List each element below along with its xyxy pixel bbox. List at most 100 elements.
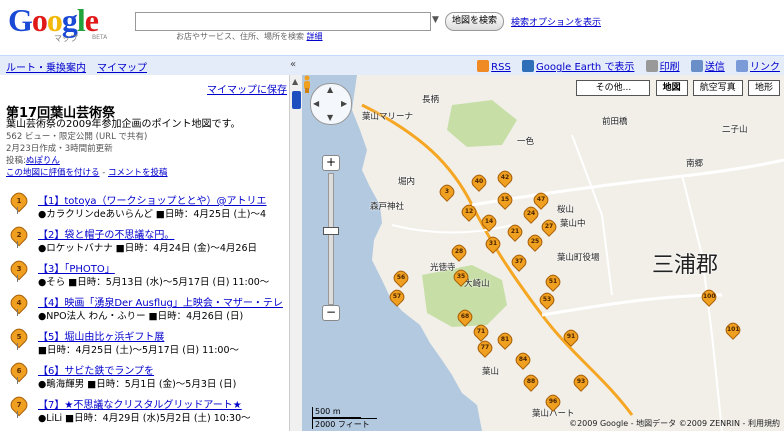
search-history-dropdown-icon[interactable]: ▼ [432, 15, 439, 25]
placemark-pin-icon[interactable]: 4 [7, 291, 31, 315]
item-detail: ●カラクリンdeあいらんど ■日時：4月25日 (土)〜4 [38, 209, 266, 220]
comment-link[interactable]: コメントを投稿 [108, 168, 168, 178]
map-label: 南郷 [686, 159, 704, 169]
map-label: 桜山 [557, 205, 575, 215]
map-label: 二子山 [722, 125, 748, 135]
item-detail: ●そら ■日時：5月13日 (水)〜5月17日 (日) 11:00〜 [38, 277, 270, 288]
pin-number: 6 [16, 367, 22, 375]
printer-icon [645, 60, 658, 72]
rate-link[interactable]: この地図に評価を付ける [6, 168, 100, 178]
search-box [135, 12, 431, 31]
search-button[interactable]: 地図を検索 [445, 12, 505, 31]
tab-route[interactable]: ルート・乗換案内 [6, 59, 86, 74]
pan-down-icon[interactable]: ▼ [327, 113, 333, 122]
map-label: 長柄 [422, 95, 440, 105]
save-to-mymaps-link[interactable]: マイマップに保存 [207, 81, 287, 96]
tab-mymaps[interactable]: マイマップ [97, 59, 147, 74]
list-item[interactable]: 6 【6】サビた鉄でランプを ●鴫海輝男 ■日時：5月1日 (金)〜5月3日 (… [0, 359, 289, 394]
map-tools: RSS Google Earth で表示 印刷 送信 リンク [469, 58, 780, 73]
print-link[interactable]: 印刷 [660, 62, 680, 73]
map-type-terrain[interactable]: 地形 [747, 80, 780, 96]
zoom-in-button[interactable]: + [322, 155, 340, 171]
pan-up-icon[interactable]: ▲ [327, 85, 333, 94]
street-view-pegman-icon[interactable] [302, 75, 312, 93]
google-maps-logo[interactable]: Google マップ BETA [8, 4, 126, 44]
pin-number: 5 [16, 333, 22, 341]
list-item[interactable]: 2 【2】袋と帽子の不思議な円。 ●ロケットバナナ ■日時：4月24日 (金)〜… [0, 223, 289, 258]
scroll-thumb[interactable] [292, 91, 301, 109]
placemark-pin-icon[interactable]: 7 [7, 393, 31, 417]
map-label: 葉山町役場 [557, 253, 600, 263]
map-label: 前田橋 [602, 117, 628, 127]
placemark-list: 1 【1】totoya（ワークショップととや）@アトリエ ●カラクリンdeあいら… [0, 189, 289, 428]
chain-link-icon [736, 60, 748, 72]
earth-link[interactable]: Google Earth で表示 [536, 62, 634, 73]
map-label: 光徳寺 [430, 263, 456, 273]
map-type-other[interactable]: その他... [576, 80, 651, 96]
map-type-aerial[interactable]: 航空写真 [692, 80, 743, 96]
pan-left-icon[interactable]: ◀ [313, 99, 319, 108]
item-title-link[interactable]: 【6】サビた鉄でランプを [38, 362, 154, 377]
pan-right-icon[interactable]: ▶ [341, 99, 347, 108]
zoom-slider-knob[interactable] [323, 227, 339, 235]
zoom-slider-rail[interactable] [328, 173, 334, 305]
pin-stem [17, 309, 18, 316]
item-title-link[interactable]: 【1】totoya（ワークショップととや）@アトリエ [38, 192, 267, 207]
scroll-up-icon[interactable]: ▲ [292, 77, 298, 86]
rss-tool[interactable]: RSS [477, 60, 511, 73]
top-bar: ルート・乗換案内 マイマップ « RSS Google Earth で表示 印刷… [0, 55, 784, 75]
item-detail: ●鴫海輝男 ■日時：5月1日 (金)〜5月3日 (日) [38, 379, 237, 390]
map-stats: 562 ビュー・限定公開 (URL で共有) [6, 132, 148, 142]
rss-icon [477, 60, 490, 72]
sidebar-scrollbar[interactable]: ▲ [289, 75, 303, 431]
map-actions: この地図に評価を付ける - コメントを投稿 [6, 167, 240, 179]
list-item[interactable]: 4 【4】映画「湧泉Der Ausflug」上映会・マザー・テレ ●NPO法人 … [0, 291, 289, 326]
placemark-pin-icon[interactable]: 5 [7, 325, 31, 349]
list-item[interactable]: 7 【7】★不思議なクリスタルグリッドアート★ ●LiLi ■日時：4月29日 … [0, 393, 289, 428]
search-hint-detail-link[interactable]: 詳細 [307, 32, 323, 41]
rss-link[interactable]: RSS [491, 62, 511, 73]
logo-sub: マップ [54, 34, 78, 43]
placemark-pin-icon[interactable]: 6 [7, 359, 31, 383]
search-input[interactable] [136, 13, 430, 30]
item-title-link[interactable]: 【5】堀山由比ヶ浜ギフト展 [38, 328, 164, 343]
collapse-sidebar-icon[interactable]: « [290, 59, 296, 70]
author-link[interactable]: ぬぽりん [26, 156, 60, 166]
item-title-link[interactable]: 【3】「PHOTO」 [38, 260, 115, 275]
list-item[interactable]: 3 【3】「PHOTO」 ●そら ■日時：5月13日 (水)〜5月17日 (日)… [0, 257, 289, 292]
placemark-pin-icon[interactable]: 3 [7, 257, 31, 281]
link-link[interactable]: リンク [750, 62, 780, 73]
search-hint: お店やサービス、住所、場所を検索 詳細 [176, 31, 323, 42]
map-label: 堀内 [398, 177, 416, 187]
send-link[interactable]: 送信 [705, 62, 725, 73]
scale-metric: 500 m [312, 407, 361, 418]
earth-tool[interactable]: Google Earth で表示 [522, 60, 634, 73]
list-item[interactable]: 5 【5】堀山由比ヶ浜ギフト展 ■日時：4月25日 (土)〜5月17日 (日) … [0, 325, 289, 360]
pin-number: 3 [16, 265, 22, 273]
search-options-link[interactable]: 検索オプションを表示 [511, 15, 601, 28]
list-item[interactable]: 1 【1】totoya（ワークショップととや）@アトリエ ●カラクリンdeあいら… [0, 189, 289, 224]
print-tool[interactable]: 印刷 [645, 60, 680, 73]
map-label: 森戸神社 [370, 202, 405, 212]
item-title-link[interactable]: 【4】映画「湧泉Der Ausflug」上映会・マザー・テレ [38, 294, 283, 309]
item-detail: ●ロケットバナナ ■日時：4月24日 (金)〜4月26日 [38, 243, 257, 254]
pin-stem [17, 275, 18, 282]
scale-bar: 500 m 2000 フィート [312, 407, 377, 429]
map-type-map[interactable]: 地図 [655, 80, 688, 96]
map-copyright: ©2009 Google - 地図データ ©2009 ZENRIN - 利用規約 [569, 419, 780, 428]
link-tool[interactable]: リンク [736, 60, 780, 73]
zoom-out-button[interactable]: − [322, 305, 340, 321]
map-author: 投稿:ぬぽりん [6, 155, 240, 167]
search-hint-text: お店やサービス、住所、場所を検索 [176, 32, 304, 41]
placemark-pin-icon[interactable]: 1 [7, 189, 31, 213]
envelope-icon [690, 60, 703, 72]
map-meta: 葉山芸術祭の2009年参加企画のポイント地図です。 562 ビュー・限定公開 (… [6, 119, 240, 179]
item-title-link[interactable]: 【7】★不思議なクリスタルグリッドアート★ [38, 396, 242, 411]
map-canvas[interactable]: その他... 地図 航空写真 地形 ▲ ▼ ◀ ▶ + − 三浦郡 桜山 葉山中… [302, 75, 784, 431]
map-description: 葉山芸術祭の2009年参加企画のポイント地図です。 [6, 119, 241, 130]
send-tool[interactable]: 送信 [690, 60, 725, 73]
map-label: 一色 [517, 137, 535, 147]
item-title-link[interactable]: 【2】袋と帽子の不思議な円。 [38, 226, 174, 241]
zoom-control: + − [322, 155, 340, 325]
placemark-pin-icon[interactable]: 2 [7, 223, 31, 247]
